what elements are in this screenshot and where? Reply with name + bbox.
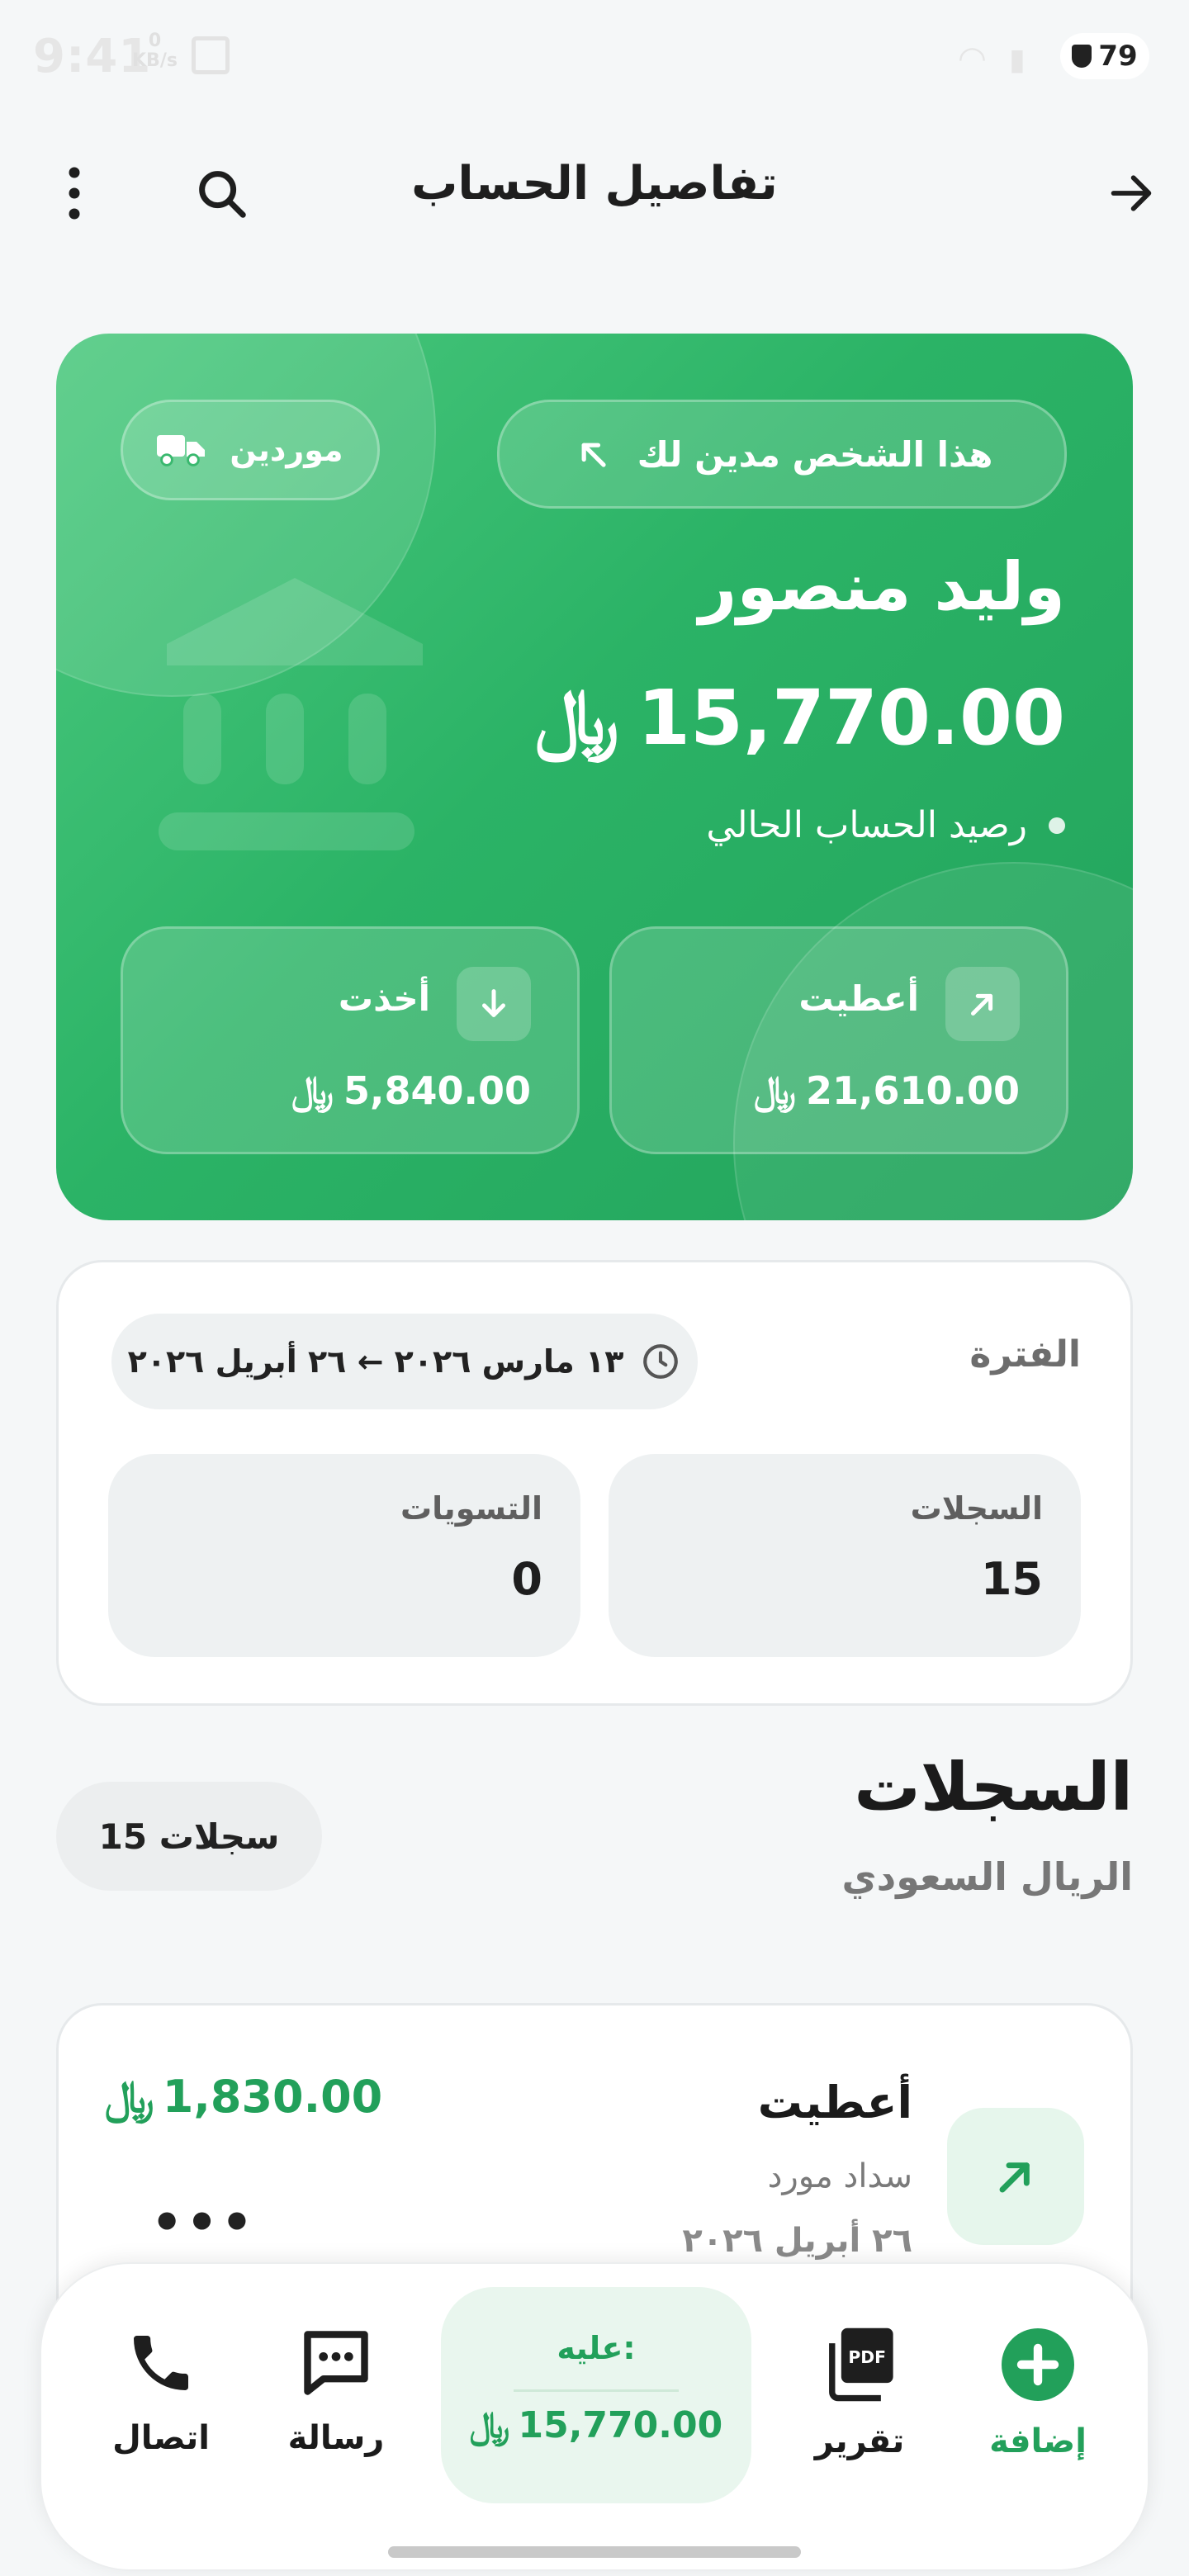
period-card: الفترة ١٣ مارس ٢٠٢٦ ← ٢٦ أبريل ٢٠٢٦ السج… (56, 1260, 1133, 1706)
records-count-badge: 15 سجلات (56, 1782, 322, 1891)
balance-label-text: رصيد الحساب الحالي (706, 804, 1027, 846)
riyal-symbol: ﷼ (105, 2070, 154, 2123)
home-indicator[interactable] (388, 2546, 801, 2558)
add-button[interactable]: إضافة (959, 2325, 1116, 2490)
record-type-icon-box (947, 2108, 1084, 2245)
dot-icon (1049, 817, 1065, 834)
more-vertical-icon (69, 167, 80, 220)
given-label: أعطيت (798, 978, 919, 1019)
app-bar: تفاصيل الحساب (0, 132, 1189, 256)
given-amount: ﷼ 21,610.00 (754, 1068, 1020, 1114)
plus-circle-icon (1002, 2328, 1074, 2401)
network-speed-unit: KB/s (132, 50, 178, 71)
taken-amount-value: 5,840.00 (343, 1068, 531, 1113)
owed-amount: ﷼ 15,770.00 (441, 2404, 751, 2446)
signal-icon: ▮ (1009, 43, 1026, 77)
more-options-button[interactable] (33, 152, 116, 234)
network-speed: 0 KB/s (132, 31, 178, 71)
screenshot-icon (192, 36, 230, 74)
phone-icon (134, 2336, 188, 2390)
arrow-down-icon (482, 989, 505, 1017)
search-icon (199, 171, 246, 218)
given-amount-value: 21,610.00 (806, 1068, 1020, 1113)
settlements-tile-value: 0 (511, 1553, 542, 1605)
debt-status-text: هذا الشخص مدين لك (637, 433, 993, 475)
riyal-symbol: ﷼ (535, 672, 619, 761)
truck-icon (157, 435, 206, 466)
records-section-title: السجلات (854, 1749, 1133, 1825)
message-icon (304, 2331, 368, 2395)
network-speed-value: 0 (148, 31, 162, 51)
divider (514, 2389, 679, 2392)
record-more-button[interactable]: ••• (151, 2194, 256, 2252)
account-name: وليد منصور (699, 548, 1065, 625)
report-label: تقرير (814, 2422, 905, 2460)
clock-icon (643, 1344, 679, 1379)
balance-label: رصيد الحساب الحالي (706, 804, 1065, 846)
message-button[interactable]: رسالة (258, 2325, 414, 2490)
status-bar: 9:41 0 KB/s ◠ ▮ 79 (0, 0, 1189, 116)
riyal-symbol: ﷼ (754, 1068, 796, 1112)
records-tile-value: 15 (980, 1553, 1043, 1605)
record-amount: ﷼ 1,830.00 (105, 2070, 382, 2124)
bank-icon (159, 578, 423, 850)
record-description: سداد مورد (767, 2157, 912, 2195)
account-balance: ﷼ 15,770.00 (535, 672, 1065, 763)
settlements-tile: التسويات 0 (108, 1454, 580, 1657)
taken-icon-box (457, 967, 531, 1041)
wifi-icon: ◠ (958, 40, 987, 78)
report-button[interactable]: PDF تقرير (781, 2325, 938, 2490)
taken-summary: أخذت ﷼ 5,840.00 (121, 926, 580, 1154)
search-button[interactable] (180, 152, 263, 234)
arrow-up-right-icon (971, 993, 993, 1016)
records-count-tile: السجلات 15 (609, 1454, 1081, 1657)
call-button[interactable]: اتصال (83, 2325, 239, 2490)
battery-indicator: 79 (1060, 33, 1149, 79)
battery-level: 79 (1098, 40, 1138, 73)
period-label: الفترة (969, 1333, 1081, 1376)
record-date: ٢٦ أبريل ٢٠٢٦ (682, 2222, 912, 2260)
records-currency: الريال السعودي (841, 1854, 1133, 1899)
owed-label: عليه: (557, 2330, 636, 2366)
riyal-symbol: ﷼ (469, 2404, 510, 2446)
settlements-tile-label: التسويات (400, 1490, 542, 1527)
taken-amount: ﷼ 5,840.00 (291, 1068, 531, 1114)
date-range-selector[interactable]: ١٣ مارس ٢٠٢٦ ← ٢٦ أبريل ٢٠٢٦ (111, 1314, 698, 1409)
debt-status-badge: هذا الشخص مدين لك (497, 400, 1067, 509)
taken-label: أخذت (338, 978, 430, 1019)
balance-summary-button[interactable]: عليه: ﷼ 15,770.00 (441, 2287, 751, 2503)
given-summary: أعطيت ﷼ 21,610.00 (609, 926, 1068, 1154)
svg-text:PDF: PDF (848, 2347, 886, 2367)
shield-icon (1072, 45, 1092, 68)
call-label: اتصال (112, 2419, 210, 2457)
given-icon-box (945, 967, 1020, 1041)
record-amount-value: 1,830.00 (162, 2071, 383, 2123)
category-text: موردين (230, 432, 343, 468)
balance-amount: 15,770.00 (637, 673, 1065, 762)
bottom-action-bar: إضافة PDF تقرير عليه: ﷼ 15,770.00 رسالة … (40, 2262, 1149, 2571)
date-range-text: ١٣ مارس ٢٠٢٦ ← ٢٦ أبريل ٢٠٢٦ (127, 1343, 624, 1380)
arrow-up-right-icon (999, 2162, 1030, 2193)
page-title: تفاصيل الحساب (411, 157, 778, 211)
arrow-up-left-icon (581, 443, 606, 467)
category-badge[interactable]: موردين (121, 400, 380, 500)
riyal-symbol: ﷼ (291, 1068, 334, 1112)
records-tile-label: السجلات (910, 1490, 1043, 1527)
message-label: رسالة (287, 2419, 385, 2457)
pdf-icon: PDF (829, 2327, 893, 2402)
owed-amount-value: 15,770.00 (518, 2404, 723, 2446)
add-label: إضافة (989, 2422, 1087, 2460)
record-type: أعطيت (757, 2076, 912, 2129)
account-summary-card: هذا الشخص مدين لك موردين وليد منصور ﷼ 15… (56, 334, 1133, 1220)
